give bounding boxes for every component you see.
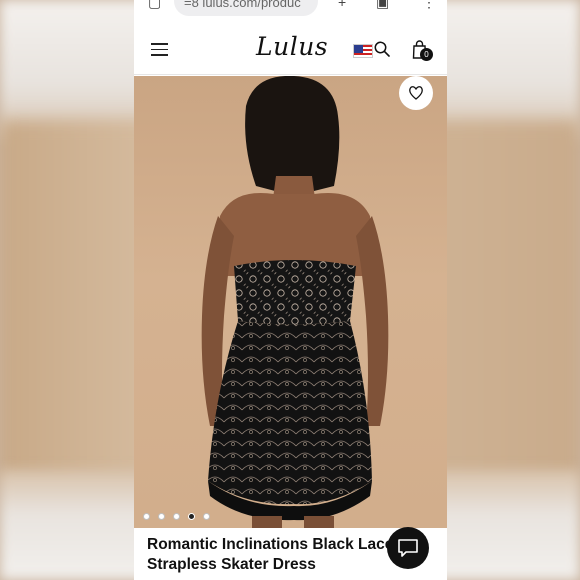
site-header: Lulus 0 [134,24,447,75]
phone-screen: ▢ =8 lulus.com/produc + ▣ ⋮ Lulus 0 Roma… [134,0,447,580]
url-text: =8 lulus.com/produc [184,0,301,10]
carousel-dot[interactable] [158,513,165,520]
tabs-icon[interactable]: ▣ [376,0,389,11]
more-menu-icon[interactable]: ⋮ [422,0,436,11]
product-title: Romantic Inclinations Black Lace Straple… [147,536,394,573]
image-carousel-dots [143,513,210,520]
carousel-dot-active[interactable] [188,513,195,520]
address-bar[interactable]: =8 lulus.com/produc [174,0,318,16]
model-photo [201,76,389,528]
product-image[interactable] [134,76,447,528]
chat-button[interactable] [387,527,429,569]
site-logo[interactable]: Lulus [256,32,328,61]
heart-icon [409,86,423,100]
hamburger-icon[interactable] [151,43,168,56]
us-flag-icon[interactable] [353,44,373,58]
cart-count-badge: 0 [420,48,433,61]
chat-icon [398,539,418,557]
browser-toolbar: ▢ =8 lulus.com/produc + ▣ ⋮ [134,0,447,24]
search-icon[interactable] [374,41,390,57]
wishlist-button[interactable] [399,76,433,110]
carousel-dot[interactable] [173,513,180,520]
add-tab-icon[interactable]: + [338,0,346,10]
carousel-dot[interactable] [143,513,150,520]
carousel-dot[interactable] [203,513,210,520]
home-icon[interactable]: ▢ [148,0,161,11]
